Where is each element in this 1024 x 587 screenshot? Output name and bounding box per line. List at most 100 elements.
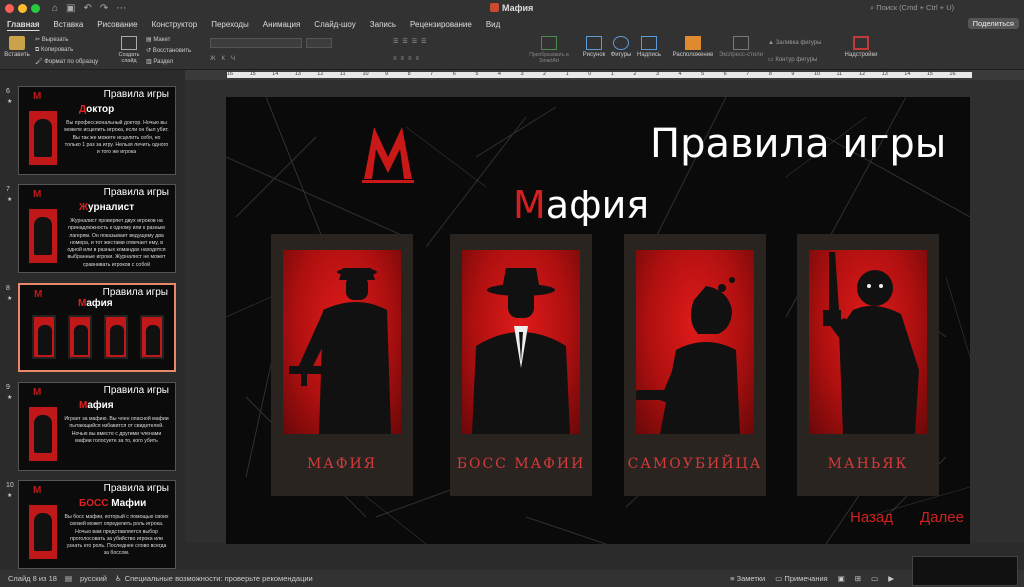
role-card-boss[interactable]: БОСС МАФИИ (450, 234, 592, 496)
clipboard-icon (9, 36, 25, 50)
shapes-button[interactable]: Фигуры (609, 36, 633, 58)
ruler-tick-label: 10 (362, 71, 369, 77)
ruler-tick-label: 13 (294, 71, 301, 77)
role-card-maniac[interactable]: МАНЬЯК (797, 234, 939, 496)
normal-view-icon[interactable]: ▣ (838, 574, 845, 583)
tab-insert[interactable]: Вставка (47, 20, 91, 29)
slide-title[interactable]: Правила игры (650, 121, 946, 167)
paragraph-buttons[interactable]: ☰☰☰☰ (393, 38, 431, 45)
addins-button[interactable]: Надстройки (842, 36, 880, 58)
accessibility-icon[interactable]: ♿ (115, 574, 122, 583)
copy-button[interactable]: ⧉ Копировать (35, 47, 73, 54)
undo-icon[interactable]: ↶ (84, 3, 92, 14)
status-bar: Слайд 8 из 18 ▤ русский ♿ Специальные во… (0, 570, 1024, 587)
thumb-card (104, 315, 128, 359)
thumb-title: Правила игры (103, 483, 169, 494)
ruler-tick-label: 10 (813, 71, 821, 77)
card-art (809, 250, 927, 434)
cut-button[interactable]: ✂ Вырезать (35, 36, 68, 43)
slide-subtitle[interactable]: Мафия (513, 183, 649, 227)
ruler-track: 16 15 14 13 12 11 10 9 8 7 6 5 4 3 2 1 0 1 2 3 4 5 6 7 8 9 10 11 12 1… (227, 71, 972, 78)
language-indicator[interactable]: русский (80, 574, 107, 583)
new-slide-button[interactable]: Создать слайд (116, 36, 142, 64)
gangster-with-gun-icon (289, 268, 391, 434)
paste-button[interactable]: Вставить (4, 36, 30, 58)
thumb-body: Вы профессиональный доктор. Ночью вы мож… (64, 120, 169, 156)
sorter-view-icon[interactable]: ⊞ (855, 574, 861, 583)
star-icon: ★ (7, 296, 13, 302)
picture-button[interactable]: Рисунок (582, 36, 606, 58)
zoom-window-button[interactable] (31, 4, 40, 13)
notes-button[interactable]: ≡ Заметки (730, 574, 765, 583)
role-card-mafia[interactable]: МАФИЯ (271, 234, 413, 496)
search-input[interactable]: ⌕ Поиск (Cmd + Ctrl + U) (870, 3, 954, 13)
layout-button[interactable]: ▤ Макет (146, 36, 170, 43)
ruler-tick-label: 8 (768, 71, 772, 77)
arrange-button[interactable]: Расположение (672, 36, 714, 58)
tab-slideshow[interactable]: Слайд-шоу (307, 20, 362, 29)
ruler-tick-label: 7 (430, 71, 434, 77)
font-format-buttons[interactable]: ЖКЧ (210, 56, 241, 62)
ruler-tick-label: 15 (249, 71, 256, 77)
ruler-tick-label: 4 (678, 71, 682, 77)
star-icon: ★ (7, 99, 13, 105)
silhouette-icon (34, 217, 52, 255)
textbox-button[interactable]: Надпись (636, 36, 662, 58)
section-button[interactable]: ▥ Раздел (146, 58, 173, 65)
tab-view[interactable]: Вид (479, 20, 507, 29)
ruler-tick-label: 2 (543, 71, 547, 77)
home-icon[interactable]: ⌂ (52, 3, 58, 14)
smartart-button[interactable]: Преобразовать в SmartArt (525, 36, 573, 64)
align-buttons[interactable]: ≡≡≡≡ (393, 56, 423, 62)
reading-view-icon[interactable]: ▭ (871, 574, 878, 583)
save-icon[interactable]: ▣ (66, 3, 75, 14)
quick-styles-button[interactable]: Экспресс-стили (718, 36, 764, 58)
reset-button[interactable]: ↺ Восстановить (146, 47, 191, 54)
font-name-dropdown[interactable] (210, 38, 302, 48)
tab-home[interactable]: Главная (0, 20, 47, 29)
tab-draw[interactable]: Рисование (90, 20, 144, 29)
shape-outline-button[interactable]: ▭ Контур фигуры (768, 56, 817, 63)
more-icon[interactable]: ⋯ (116, 3, 126, 14)
font-size-dropdown[interactable] (306, 38, 332, 48)
tab-review[interactable]: Рецензирование (403, 20, 479, 29)
powerpoint-icon (490, 3, 499, 12)
slide-thumbnail-selected[interactable]: M Правила игры Мафия (18, 283, 176, 372)
presenter-preview[interactable] (912, 556, 1018, 586)
slide-thumbnail[interactable]: M Правила игры БОСС Мафии Вы босс мафии,… (18, 480, 176, 569)
status-right: ≡ Заметки ▭ Примечания ▣ ⊞ ▭ ▶ (730, 574, 894, 583)
ruler-tick-label: 8 (407, 71, 411, 77)
share-button[interactable]: Поделиться (967, 18, 1019, 29)
ribbon-toolbar: Вставить ✂ Вырезать ⧉ Копировать 🖌 Форма… (0, 32, 1024, 70)
tab-record[interactable]: Запись (363, 20, 403, 29)
spellcheck-icon[interactable]: ▤ (65, 574, 72, 583)
tab-transitions[interactable]: Переходы (204, 20, 256, 29)
thumb-body: Журналист проверяет двух игроков на прин… (67, 218, 166, 268)
back-button[interactable]: Назад (850, 509, 893, 526)
close-window-button[interactable] (5, 4, 14, 13)
minimize-window-button[interactable] (18, 4, 27, 13)
ruler-tick-label: 1 (565, 71, 569, 77)
role-card-suicide[interactable]: САМОУБИЙЦА (624, 234, 766, 496)
slide-thumbnail-pane: 6 ★ M Правила игры Доктор Вы профессиона… (0, 80, 185, 570)
redo-icon[interactable]: ↷ (100, 3, 108, 14)
thumb-card (29, 111, 57, 165)
new-slide-icon (121, 36, 137, 50)
accessibility-status[interactable]: Специальные возможности: проверьте реком… (125, 574, 313, 583)
next-button[interactable]: Далее (920, 509, 964, 526)
slide-thumbnail[interactable]: M Правила игры Доктор Вы профессиональны… (18, 86, 176, 175)
slideshow-view-icon[interactable]: ▶ (888, 574, 894, 583)
thumb-subtitle: Доктор (79, 104, 115, 115)
format-painter-button[interactable]: 🖌 Формат по образцу (35, 58, 98, 65)
ruler-tick-label: 6 (723, 71, 727, 77)
comments-button[interactable]: ▭ Примечания (775, 574, 827, 583)
main-slide[interactable]: Правила игры Мафия МАФИЯ БОСС МАФИИ САМО… (226, 97, 970, 544)
slide-thumbnail[interactable]: M Правила игры Журналист Журналист прове… (18, 184, 176, 273)
shape-fill-button[interactable]: ▲ Заливка фигуры (768, 40, 821, 46)
slide-thumbnail[interactable]: M Правила игры Мафия Играет за мафию. Вы… (18, 382, 176, 471)
tab-design[interactable]: Конструктор (145, 20, 205, 29)
tab-animations[interactable]: Анимация (256, 20, 308, 29)
quick-styles-icon (733, 36, 749, 50)
star-icon: ★ (7, 197, 13, 203)
textbox-icon (641, 36, 657, 50)
